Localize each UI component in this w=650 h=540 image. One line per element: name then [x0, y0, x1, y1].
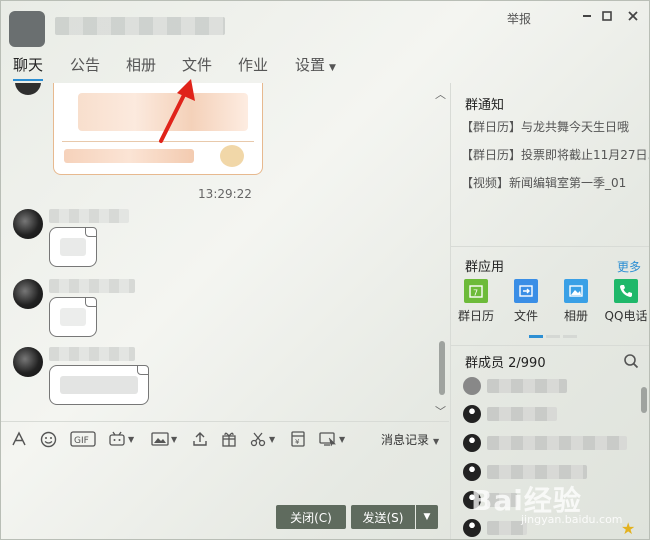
- magic-face-icon[interactable]: ▼: [108, 430, 134, 448]
- chat-message-area[interactable]: 13:29:22: [1, 83, 449, 419]
- upload-icon[interactable]: [192, 430, 208, 448]
- app-files[interactable]: 文件: [504, 279, 548, 324]
- remote-assist-icon[interactable]: ▼: [319, 430, 345, 448]
- gift-icon[interactable]: [221, 430, 237, 448]
- red-arrow-annotation: [159, 79, 195, 143]
- sender-name-blurred: [49, 347, 135, 361]
- sender-name-blurred: [49, 209, 129, 223]
- group-notice-title: 群通知: [465, 98, 505, 113]
- sender-avatar[interactable]: [15, 83, 41, 95]
- title-bar: 举报: [1, 1, 649, 49]
- svg-text:GIF: GIF: [74, 436, 89, 446]
- divider: [451, 246, 649, 247]
- notice-item[interactable]: 【视频】新闻编辑室第一季_01: [461, 174, 649, 191]
- message-timestamp: 13:29:22: [198, 187, 252, 201]
- close-icon[interactable]: [624, 7, 642, 25]
- send-options-chevron-icon[interactable]: ▼: [416, 505, 438, 529]
- group-name-blurred: [55, 17, 225, 35]
- emoji-icon[interactable]: [40, 430, 57, 448]
- group-avatar[interactable]: [9, 11, 45, 47]
- sender-avatar[interactable]: [13, 209, 43, 239]
- app-page-indicator[interactable]: [529, 335, 577, 338]
- chevron-down-icon: ▼: [433, 437, 440, 446]
- maximize-icon[interactable]: [598, 7, 616, 25]
- send-button[interactable]: 发送(S): [351, 505, 415, 529]
- chevron-up-icon[interactable]: ︿: [435, 86, 446, 102]
- sender-avatar[interactable]: [13, 279, 43, 309]
- message-history-button[interactable]: 消息记录 ▼: [381, 431, 439, 448]
- baidu-jingyan-watermark: Bai经验 jingyan.baidu.com: [471, 484, 623, 526]
- svg-text:¥: ¥: [295, 438, 300, 446]
- app-qq-phone[interactable]: QQ电话: [604, 279, 648, 324]
- message-bubble[interactable]: [49, 365, 149, 405]
- star-icon: ★: [621, 519, 636, 538]
- more-apps-link[interactable]: 更多: [617, 258, 641, 275]
- chevron-down-icon[interactable]: ﹀: [435, 403, 446, 419]
- sender-avatar[interactable]: [13, 347, 43, 377]
- tab-settings[interactable]: 设置 ▼: [295, 51, 336, 81]
- avatar: [463, 405, 481, 423]
- sender-name-blurred: [49, 279, 135, 293]
- chevron-down-icon: ▼: [329, 63, 336, 73]
- app-album[interactable]: 相册: [554, 279, 598, 324]
- report-button[interactable]: 举报: [507, 10, 531, 27]
- qq-group-chat-window: 举报 聊天 公告 相册 文件 作业 设置 ▼ 13:29:22 ︿ ﹀ GIF …: [0, 0, 650, 540]
- chat-message: [13, 347, 313, 407]
- red-packet-icon[interactable]: ¥: [290, 430, 306, 448]
- svg-text:7: 7: [473, 289, 478, 298]
- group-members-title: 群成员 2/990: [465, 356, 546, 371]
- chat-scrollbar[interactable]: [439, 341, 445, 395]
- tab-homework[interactable]: 作业: [238, 51, 268, 81]
- chat-message: [13, 279, 313, 339]
- notice-item[interactable]: 【群日历】与龙共舞今天生日哦: [461, 118, 649, 135]
- divider: [451, 345, 649, 346]
- album-icon: [564, 279, 588, 303]
- tab-announcement[interactable]: 公告: [70, 51, 100, 81]
- avatar: [463, 519, 481, 537]
- avatar: [463, 434, 481, 452]
- right-panel: 群通知 【群日历】与龙共舞今天生日哦 【群日历】投票即将截止11月27日... …: [450, 83, 649, 539]
- chat-message: [13, 209, 313, 269]
- file-icon: [514, 279, 538, 303]
- message-bubble[interactable]: [49, 297, 97, 337]
- gif-icon[interactable]: GIF: [70, 430, 96, 448]
- font-icon[interactable]: [11, 430, 27, 448]
- avatar: [463, 377, 481, 395]
- tab-chat[interactable]: 聊天: [13, 51, 44, 81]
- message-bubble[interactable]: [49, 227, 97, 267]
- phone-icon: [614, 279, 638, 303]
- members-scrollbar[interactable]: [641, 387, 647, 413]
- minimize-icon[interactable]: [578, 7, 596, 25]
- tab-bar: 聊天 公告 相册 文件 作业 设置 ▼: [1, 51, 649, 81]
- notice-item[interactable]: 【群日历】投票即将截止11月27日...: [461, 146, 649, 163]
- group-apps-title: 群应用: [465, 260, 505, 275]
- app-group-calendar[interactable]: 7 群日历: [454, 279, 498, 324]
- screenshot-icon[interactable]: ▼: [250, 430, 275, 448]
- image-icon[interactable]: ▼: [151, 430, 177, 448]
- input-toolbar: GIF ▼ ▼ ▼ ¥ ▼ 消息记录 ▼: [1, 421, 449, 453]
- search-icon[interactable]: [623, 353, 639, 372]
- calendar-icon: 7: [464, 279, 488, 303]
- close-button[interactable]: 关闭(C): [276, 505, 346, 529]
